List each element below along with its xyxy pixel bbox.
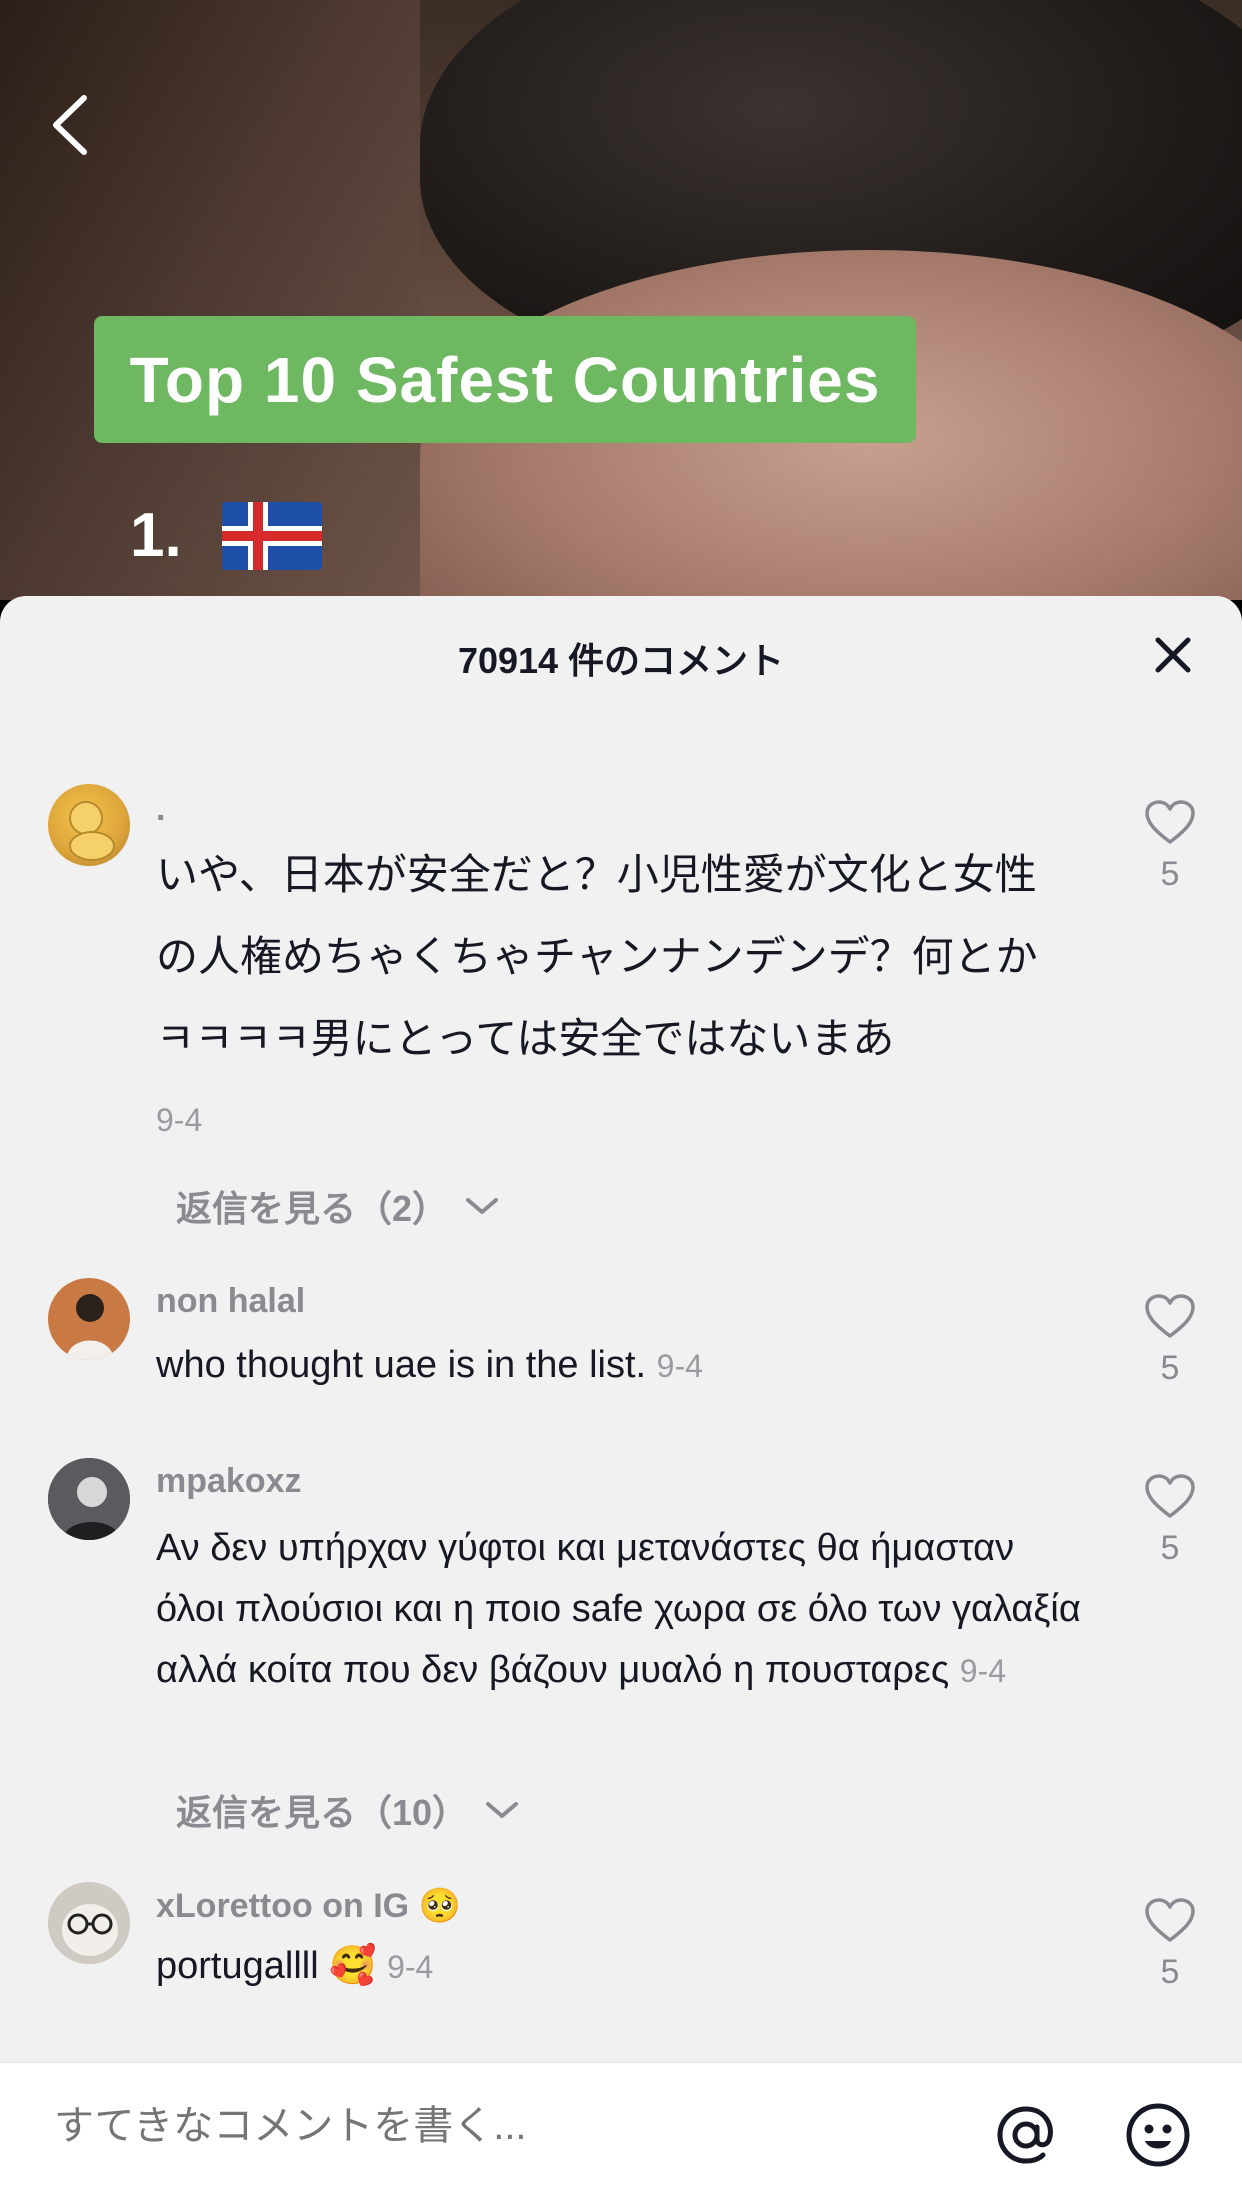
view-replies-label: 返信を見る（2） (176, 1188, 449, 1229)
comment-input[interactable] (52, 2103, 936, 2150)
rank-row: 1. (130, 500, 322, 571)
comment-body: Αν δεν υπήρχαν γύφτοι και μετανάστες θα … (156, 1527, 1081, 1691)
like-count: 5 (1160, 1529, 1180, 1567)
heart-icon (1145, 800, 1195, 844)
comment-date: 9-4 (387, 1949, 434, 1985)
mention-button[interactable] (990, 2099, 1062, 2171)
avatar-image (48, 1458, 130, 1540)
avatar-image (48, 1278, 130, 1360)
comment-date: 9-4 (656, 1348, 703, 1384)
smiley-icon (1126, 2103, 1190, 2167)
back-button[interactable] (44, 90, 104, 160)
avatar[interactable] (48, 1882, 130, 1964)
chevron-down-icon (466, 1198, 499, 1214)
video-background: Top 10 Safest Countries 1. (0, 0, 1242, 600)
comment-text: portugallll 🥰 9-4 (156, 1944, 1076, 1988)
heart-icon (1145, 1898, 1195, 1942)
chevron-left-icon (53, 95, 87, 155)
comment-text: いや、日本が安全だと？小児性愛が文化と女性の人権めちゃくちゃチャンナンデンデ？何… (156, 851, 1038, 1062)
view-replies-button[interactable]: 返信を見る（2） (176, 1180, 502, 1232)
iceland-flag-icon (221, 501, 322, 570)
emoji-button[interactable] (1122, 2099, 1194, 2171)
comment-date: 9-4 (156, 1102, 203, 1138)
like-button[interactable]: 5 (1140, 1294, 1200, 1388)
comment-body: portugallll 🥰 (156, 1945, 377, 1987)
rank-number: 1. (130, 501, 182, 570)
comment-body: who thought uae is in the list. (156, 1344, 647, 1386)
avatar[interactable] (48, 1278, 130, 1360)
like-count: 5 (1160, 1953, 1180, 1991)
comment-username[interactable]: xLorettoo on IG 🥺 (156, 1886, 461, 1926)
comment-text: Αν δεν υπήρχαν γύφτοι και μετανάστες θα … (156, 1518, 1086, 1702)
video-title-banner: Top 10 Safest Countries (94, 316, 916, 443)
comment-text: who thought uae is in the list. 9-4 (156, 1344, 1076, 1387)
like-count: 5 (1160, 1349, 1180, 1387)
close-button[interactable] (1150, 632, 1196, 678)
comment-username[interactable]: mpakoxz (156, 1462, 302, 1501)
comment-date: 9-4 (959, 1653, 1006, 1689)
comment-input-bar (0, 2062, 1242, 2209)
avatar-image (69, 801, 115, 861)
avatar[interactable] (48, 784, 130, 866)
like-button[interactable]: 5 (1140, 1474, 1200, 1568)
comments-count-title: 70914 件のコメント (457, 640, 785, 681)
view-replies-label: 返信を見る（10） (176, 1792, 469, 1833)
view-replies-button[interactable]: 返信を見る（10） (176, 1784, 522, 1836)
video-title-text: Top 10 Safest Countries (129, 343, 881, 416)
like-button[interactable]: 5 (1140, 800, 1200, 894)
heart-icon (1145, 1294, 1195, 1338)
heart-icon (1145, 1474, 1195, 1518)
comment-username[interactable]: non halal (156, 1282, 305, 1321)
chevron-down-icon (486, 1802, 519, 1818)
comment-username[interactable]: . (156, 790, 165, 829)
avatar-image (48, 1882, 130, 1964)
comments-sheet: 70914 件のコメント . いや、日本が安全だと？小児性愛が文化と女性の人権め… (0, 596, 1242, 2208)
at-sign-icon (997, 2106, 1053, 2164)
like-count: 5 (1160, 855, 1180, 893)
close-icon (1155, 637, 1191, 673)
avatar[interactable] (48, 1458, 130, 1540)
like-button[interactable]: 5 (1140, 1898, 1200, 1992)
